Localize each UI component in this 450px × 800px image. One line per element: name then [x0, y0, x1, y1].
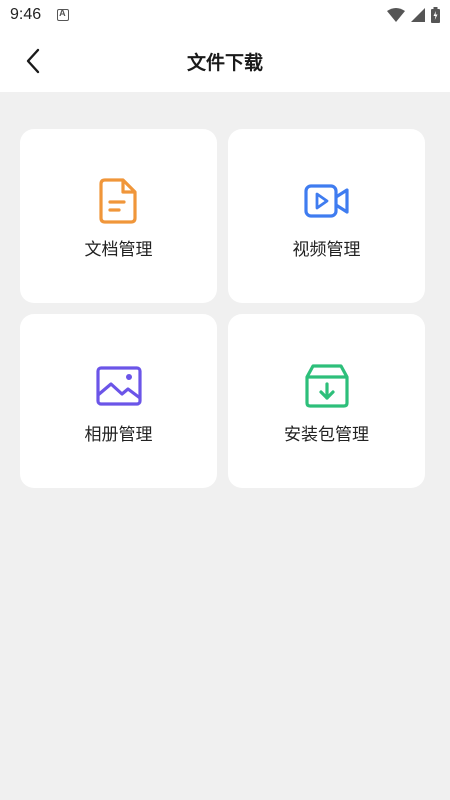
document-management-tile[interactable]: 文档管理 [20, 129, 217, 303]
video-management-tile[interactable]: 视频管理 [228, 129, 425, 303]
app-notification-icon [57, 8, 70, 21]
status-icons [387, 7, 440, 23]
album-management-tile[interactable]: 相册管理 [20, 314, 217, 488]
back-button[interactable] [18, 46, 48, 76]
image-icon [95, 362, 143, 410]
package-download-icon [303, 362, 351, 410]
package-management-tile[interactable]: 安装包管理 [228, 314, 425, 488]
header: 文件下载 [0, 30, 450, 92]
status-time: 9:46 [10, 6, 42, 23]
battery-icon [431, 7, 440, 23]
page-title: 文件下载 [186, 51, 263, 74]
status-bar: 9:46 [0, 0, 450, 30]
tile-label: 文档管理 [84, 240, 153, 260]
signal-icon [411, 8, 425, 22]
video-camera-icon [303, 177, 351, 225]
tile-label: 视频管理 [292, 240, 361, 260]
chevron-left-icon [26, 48, 40, 74]
tile-label: 相册管理 [84, 425, 153, 445]
document-icon [95, 177, 143, 225]
main-content: 文档管理 视频管理 相册管理 安装包管理 [0, 92, 450, 800]
tile-label: 安装包管理 [284, 425, 369, 445]
wifi-icon [387, 8, 405, 22]
